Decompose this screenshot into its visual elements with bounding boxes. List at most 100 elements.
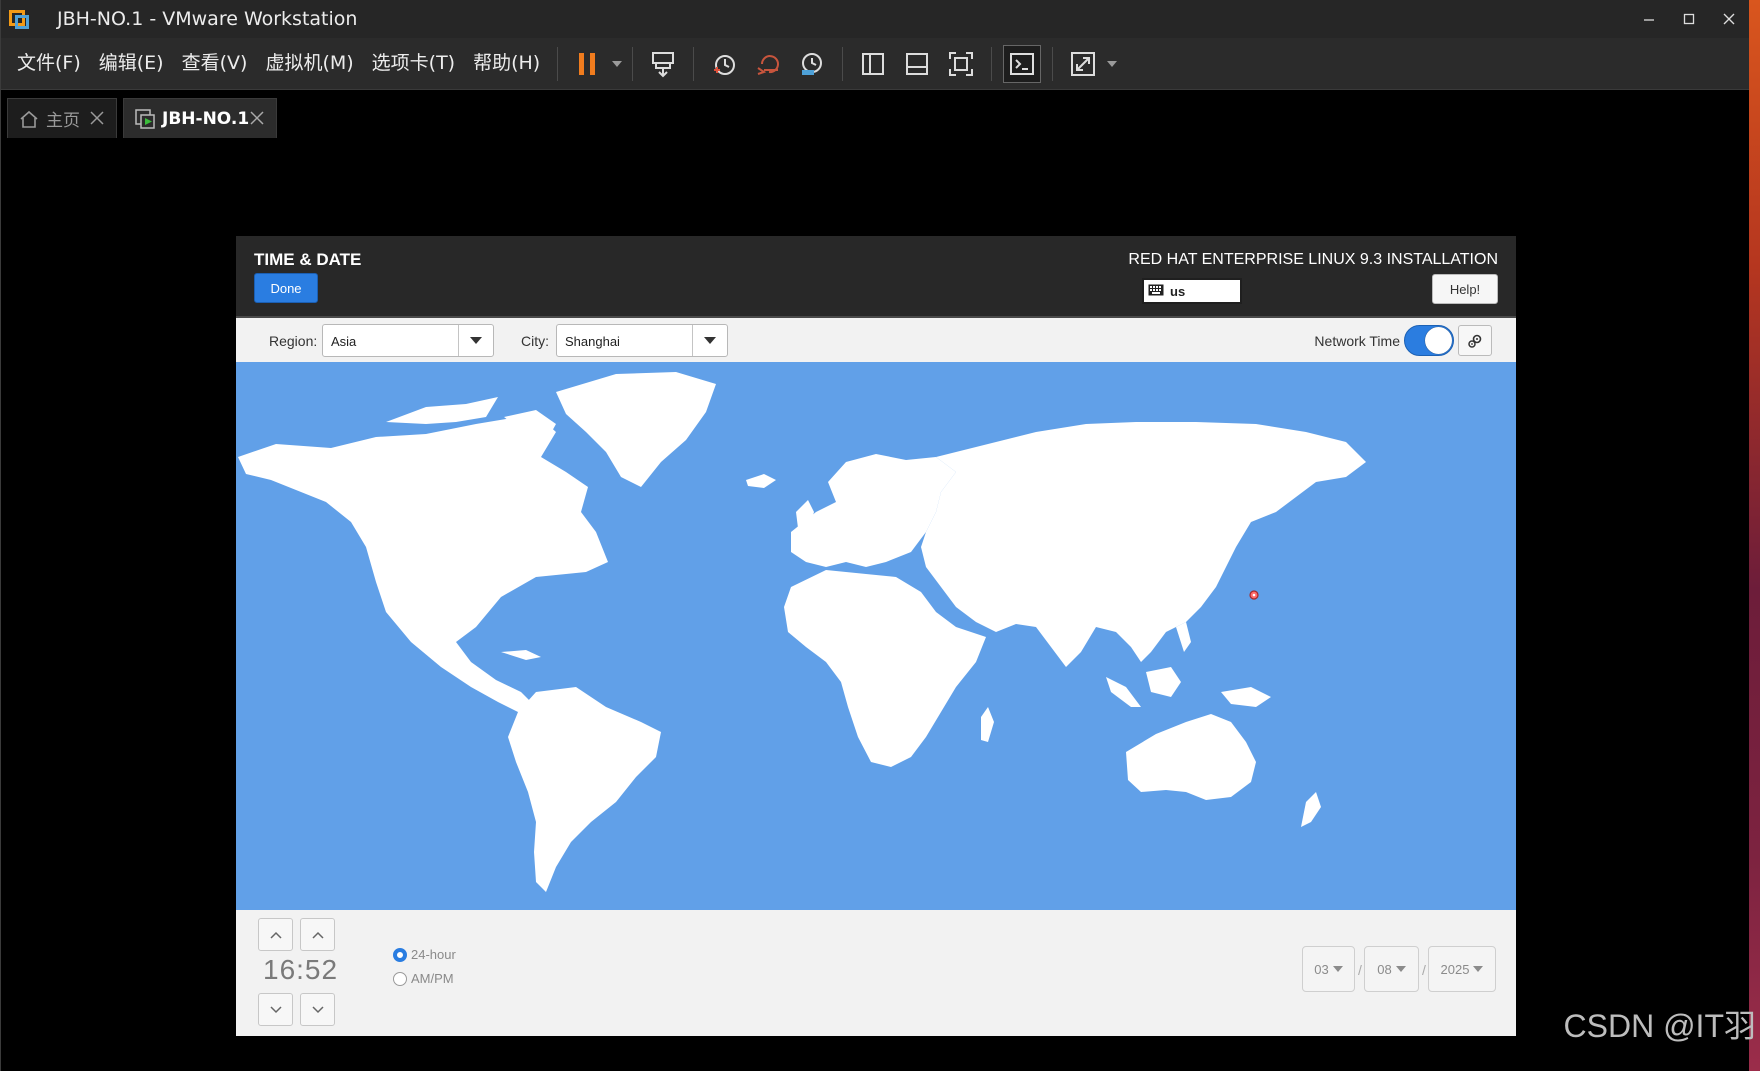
keyboard-layout-indicator[interactable]: us bbox=[1142, 278, 1242, 304]
menu-file[interactable]: 文件(F) bbox=[8, 38, 90, 89]
vmware-window: JBH-NO.1 - VMware Workstation 文件(F) 编辑(E… bbox=[0, 0, 1749, 1071]
library-view-icon bbox=[862, 52, 885, 75]
chevron-down-icon bbox=[1107, 60, 1118, 67]
island-borneo bbox=[1146, 667, 1181, 697]
help-button[interactable]: Help! bbox=[1432, 274, 1498, 304]
close-icon bbox=[250, 111, 264, 125]
revert-snapshot-button[interactable] bbox=[749, 45, 787, 83]
library-view-button[interactable] bbox=[854, 45, 892, 83]
format-ampm-label: AM/PM bbox=[411, 971, 454, 986]
hour-decrement-button[interactable] bbox=[258, 993, 293, 1026]
minute-increment-button[interactable] bbox=[300, 918, 335, 951]
menu-view[interactable]: 查看(V) bbox=[173, 38, 257, 89]
format-24-hour-option[interactable]: 24-hour bbox=[393, 947, 456, 962]
date-separator: / bbox=[1358, 962, 1362, 978]
continent-north-america bbox=[238, 414, 608, 712]
close-window-button[interactable] bbox=[1709, 0, 1749, 38]
close-icon bbox=[1723, 13, 1735, 25]
region-dropdown-button[interactable] bbox=[458, 325, 493, 356]
continent-south-america bbox=[508, 687, 661, 892]
chevron-down-icon bbox=[1395, 966, 1406, 972]
toggle-knob bbox=[1425, 327, 1452, 354]
chevron-down-icon bbox=[1332, 966, 1343, 972]
toolbar-separator bbox=[557, 46, 559, 81]
network-time-toggle[interactable] bbox=[1404, 325, 1454, 356]
continent-greenland bbox=[556, 372, 716, 487]
toolbar-separator bbox=[632, 46, 634, 81]
thumbnail-view-icon bbox=[906, 52, 929, 75]
year-select[interactable]: 2025 bbox=[1428, 946, 1496, 992]
hour-increment-button[interactable] bbox=[258, 918, 293, 951]
chevron-up-icon bbox=[311, 931, 324, 939]
month-select[interactable]: 03 bbox=[1302, 946, 1355, 992]
pause-button[interactable] bbox=[569, 45, 607, 83]
city-dropdown-button[interactable] bbox=[692, 325, 727, 356]
stretch-dropdown-button[interactable] bbox=[1105, 45, 1119, 83]
day-select[interactable]: 08 bbox=[1364, 946, 1419, 992]
toolbar-separator bbox=[693, 46, 695, 81]
gears-icon bbox=[1468, 334, 1482, 348]
city-select[interactable]: Shanghai bbox=[556, 324, 728, 357]
time-date-panel: 16:52 24-hour AM/PM 03 / 08 / 2025 bbox=[236, 910, 1516, 1036]
city-label: City: bbox=[521, 333, 549, 349]
take-snapshot-button[interactable] bbox=[705, 45, 743, 83]
keyboard-layout-label: us bbox=[1170, 283, 1186, 299]
console-view-icon bbox=[1010, 52, 1035, 75]
date-separator: / bbox=[1422, 962, 1426, 978]
tab-bar: 主页 JBH-NO.1 bbox=[1, 90, 1749, 142]
snapshot-manager-button[interactable] bbox=[793, 45, 831, 83]
continents bbox=[238, 372, 1366, 892]
region-select[interactable]: Asia bbox=[322, 324, 494, 357]
guest-installer-screen[interactable]: TIME & DATE Done RED HAT ENTERPRISE LINU… bbox=[236, 236, 1516, 1036]
chevron-down-icon bbox=[1473, 966, 1484, 972]
timezone-world-map[interactable] bbox=[236, 362, 1516, 910]
done-button[interactable]: Done bbox=[254, 273, 318, 303]
chevron-down-icon bbox=[612, 60, 623, 67]
tab-vm-jbh-no1[interactable]: JBH-NO.1 bbox=[123, 98, 277, 138]
snapshot-icon bbox=[714, 54, 736, 75]
chevron-down-icon bbox=[269, 1005, 282, 1013]
menu-tabs[interactable]: 选项卡(T) bbox=[363, 38, 464, 89]
island-arctic-canada bbox=[386, 397, 498, 424]
stretch-guest-button[interactable] bbox=[1064, 45, 1102, 83]
island-new-guinea bbox=[1221, 687, 1271, 707]
format-24-hour-radio[interactable] bbox=[393, 947, 407, 962]
tab-vm-label: JBH-NO.1 bbox=[162, 108, 250, 129]
thumbnail-view-button[interactable] bbox=[898, 45, 936, 83]
ntp-config-button[interactable] bbox=[1458, 325, 1492, 356]
day-value: 08 bbox=[1377, 961, 1392, 977]
chevron-down-icon bbox=[311, 1005, 324, 1013]
menu-edit[interactable]: 编辑(E) bbox=[90, 38, 173, 89]
menu-help[interactable]: 帮助(H) bbox=[464, 38, 549, 89]
island-caribbean bbox=[501, 650, 541, 660]
tab-vm-close-button[interactable] bbox=[246, 107, 268, 129]
vmware-logo-icon bbox=[7, 6, 33, 32]
format-ampm-option[interactable]: AM/PM bbox=[393, 971, 454, 986]
menu-vm[interactable]: 虚拟机(M) bbox=[256, 38, 362, 89]
island-philippines bbox=[1176, 622, 1191, 652]
snapshot-manager-icon bbox=[802, 52, 823, 75]
island-sumatra bbox=[1106, 677, 1141, 707]
city-value: Shanghai bbox=[565, 334, 620, 349]
tab-home-close-button[interactable] bbox=[86, 107, 108, 129]
fullscreen-button[interactable] bbox=[942, 45, 980, 83]
stretch-guest-icon bbox=[1071, 51, 1096, 76]
chevron-up-icon bbox=[269, 931, 282, 939]
minute-decrement-button[interactable] bbox=[300, 993, 335, 1026]
region-city-controls: Region: Asia City: Shanghai Network Time bbox=[236, 318, 1516, 362]
maximize-button[interactable] bbox=[1669, 0, 1709, 38]
continent-asia bbox=[921, 422, 1366, 667]
window-title: JBH-NO.1 - VMware Workstation bbox=[57, 8, 358, 30]
format-ampm-radio[interactable] bbox=[393, 971, 407, 986]
product-title: RED HAT ENTERPRISE LINUX 9.3 INSTALLATIO… bbox=[1128, 251, 1498, 268]
send-ctrl-alt-del-icon bbox=[652, 51, 675, 77]
console-view-button[interactable] bbox=[1003, 44, 1042, 83]
power-dropdown-button[interactable] bbox=[610, 45, 624, 83]
minimize-button[interactable] bbox=[1629, 0, 1669, 38]
window-controls bbox=[1629, 0, 1749, 38]
island-new-zealand bbox=[1301, 792, 1321, 827]
continent-australia bbox=[1126, 714, 1256, 800]
tab-home[interactable]: 主页 bbox=[7, 98, 117, 138]
send-ctrl-alt-del-button[interactable] bbox=[644, 45, 682, 83]
month-value: 03 bbox=[1314, 961, 1329, 977]
